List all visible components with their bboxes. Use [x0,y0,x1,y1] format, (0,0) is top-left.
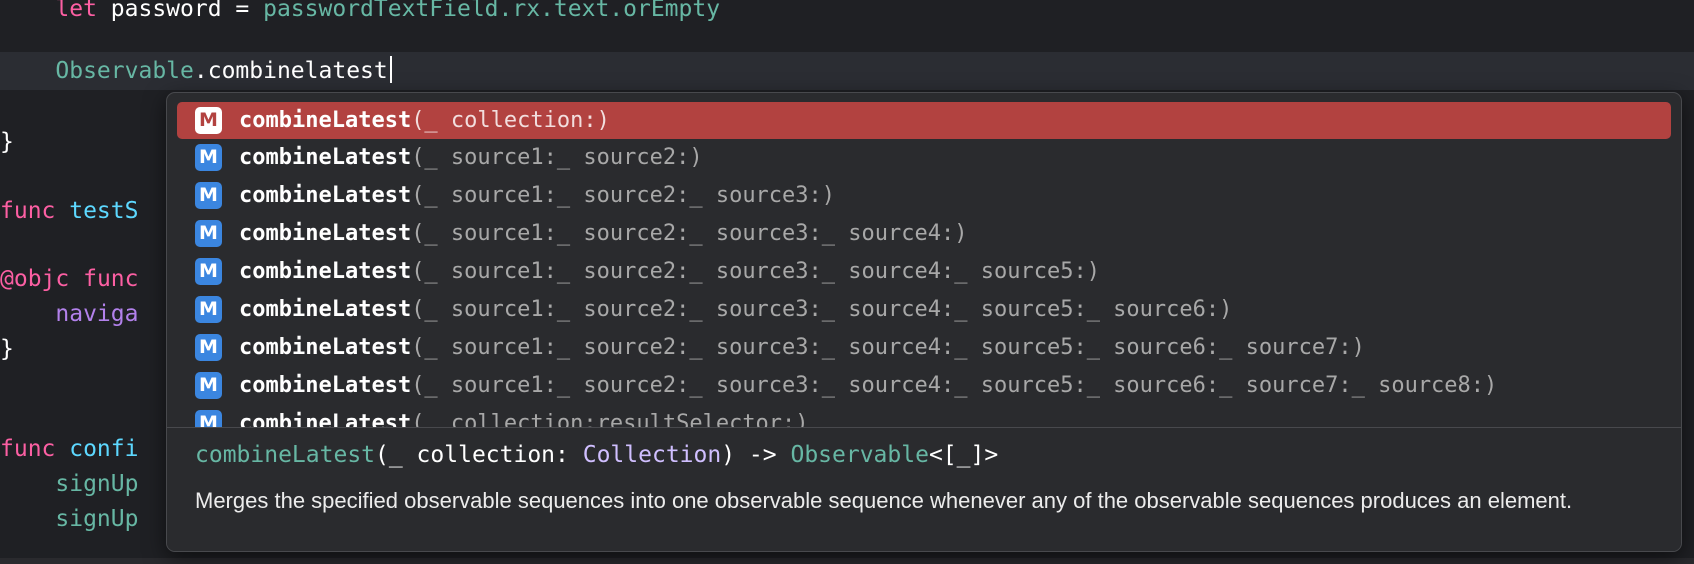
completion-name: combineLatest [239,221,412,246]
completion-name: combineLatest [239,335,412,360]
signature-return-type: Observable [790,442,929,468]
completion-item-partial[interactable]: M combineLatest(_ collection:resultSelec… [177,405,1671,427]
method-icon: M [195,334,222,361]
close-brace: } [0,129,14,155]
completion-item[interactable]: M combineLatest(_ source1:_ source2:_ so… [177,177,1671,214]
observable-type: Observable [55,58,194,84]
editor-bottom-bar [0,558,1694,564]
completion-params: (_ source1:_ source2:_ source3:_ source4… [411,221,968,246]
code-expression: passwordTextField.rx.text.orEmpty [263,0,721,22]
completion-list[interactable]: M combineLatest(_ collection:) M combine… [167,93,1681,427]
completion-params: (_ source1:_ source2:_ source3:_ source4… [411,373,1498,398]
close-brace: } [0,336,14,362]
current-code-line[interactable]: Observable.combinelatest [0,52,1694,90]
autocomplete-popup[interactable]: M combineLatest(_ collection:) M combine… [166,92,1682,552]
code-text: password = [96,0,264,22]
completion-params: (_ source1:_ source2:_ source3:_ source4… [411,297,1233,322]
signup-reference: signUp [55,471,139,497]
keyword-let: let [55,0,97,22]
signature-param-type: Collection [582,442,722,468]
method-icon: M [195,296,222,323]
completion-name: combineLatest [239,145,412,170]
completion-detail-panel: combineLatest(_ collection: Collection) … [167,427,1681,551]
method-icon: M [195,410,222,427]
method-signature: combineLatest(_ collection: Collection) … [195,438,998,472]
keyword-func: func [0,436,56,462]
typed-method: .combinelatest [193,58,388,84]
signature-arrow: ) -> [721,442,791,468]
completion-params: (_ source1:_ source2:_ source3:_ source4… [411,259,1100,284]
function-name: testS [55,198,139,224]
text-caret [389,56,392,83]
completion-item[interactable]: M combineLatest(_ source1:_ source2:) [177,139,1671,176]
completion-name: combineLatest [239,297,412,322]
objc-attribute: @objc [0,266,70,292]
function-name: confi [55,436,139,462]
keyword-func: func [0,198,56,224]
completion-name: combineLatest [239,411,412,427]
method-icon: M [195,144,222,171]
method-icon: M [195,182,222,209]
method-icon: M [195,107,222,134]
completion-item[interactable]: M combineLatest(_ source1:_ source2:_ so… [177,253,1671,290]
completion-name: combineLatest [239,373,412,398]
method-icon: M [195,220,222,247]
completion-item[interactable]: M combineLatest(_ source1:_ source2:_ so… [177,291,1671,328]
keyword-func: func [69,266,139,292]
completion-name: combineLatest [239,259,412,284]
completion-params: (_ source1:_ source2:_ source3:) [411,183,836,208]
completion-item[interactable]: M combineLatest(_ source1:_ source2:_ so… [177,367,1671,404]
completion-item[interactable]: M combineLatest(_ source1:_ source2:_ so… [177,215,1671,252]
signature-name: combineLatest [195,442,376,468]
completion-params: (_ source1:_ source2:) [411,145,703,170]
property-access: naviga [55,301,139,327]
completion-name: combineLatest [239,183,412,208]
signature-params: (_ collection: [375,442,583,468]
signature-generic: <[_]> [928,442,999,468]
method-icon: M [195,372,222,399]
method-description: Merges the specified observable sequence… [195,488,1573,513]
completion-params: (_ source1:_ source2:_ source3:_ source4… [411,335,1365,360]
completion-item-selected[interactable]: M combineLatest(_ collection:) [177,102,1671,139]
completion-params: (_ collection:) [411,108,610,133]
signup-reference: signUp [55,506,139,532]
completion-item[interactable]: M combineLatest(_ source1:_ source2:_ so… [177,329,1671,366]
completion-params: (_ collection:resultSelector:) [411,411,809,427]
code-line[interactable]: let password = passwordTextField.rx.text… [0,0,1694,28]
method-icon: M [195,258,222,285]
completion-name: combineLatest [239,108,412,133]
